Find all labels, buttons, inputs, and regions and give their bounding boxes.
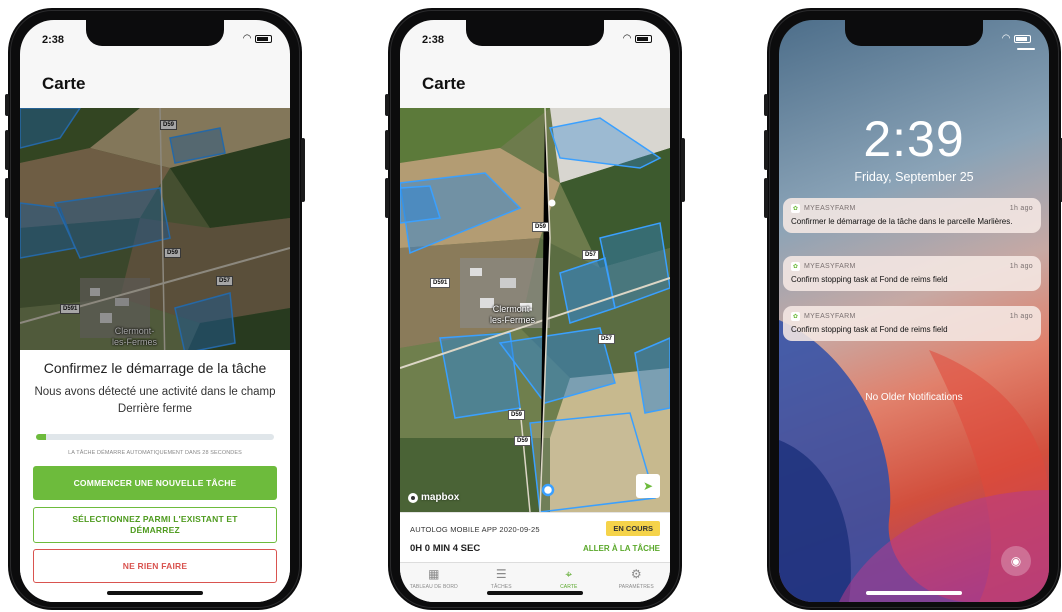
road-label: D59 (160, 120, 178, 130)
notification[interactable]: ✿ MYEASYFARM 1h ago Confirm stopping tas… (783, 306, 1041, 341)
page-title: Carte (42, 74, 86, 93)
road-label: D59 (532, 222, 550, 232)
notification-time: 1h ago (1009, 313, 1033, 320)
tab-settings[interactable]: ⚙ PARAMÈTRES (603, 563, 671, 602)
phone-3-frame: ◠ 2:39 Friday, September 25 ✿ MYEASYFARM… (764, 8, 1062, 610)
town-label: Clermont- les-Fermes (490, 304, 536, 325)
notification-time: 1h ago (1009, 263, 1033, 270)
home-indicator[interactable] (866, 591, 962, 595)
lock-time: 2:39 (863, 111, 965, 167)
myeasyfarm-app-icon: ✿ (791, 262, 800, 271)
progress-fill (36, 434, 46, 440)
road-label: D59 (508, 410, 526, 420)
road-label: D59 (514, 436, 532, 446)
notification[interactable]: ✿ MYEASYFARM 1h ago Confirmer le démarra… (783, 198, 1041, 233)
phone-1-frame: 2:38 ◠ Carte D59 D59 D57 D591 Clermont- … (5, 8, 305, 610)
tab-label: TÂCHES (490, 584, 512, 590)
no-older-notifications-label: No Older Notifications (865, 392, 963, 403)
status-badge: EN COURS (606, 521, 660, 536)
status-time: 2:38 (422, 34, 445, 46)
select-existing-task-button[interactable]: SÉLECTIONNEZ PARMI L'EXISTANT ET DÉMARRE… (33, 507, 277, 543)
road-label: D59 (164, 248, 182, 258)
notification-app-name: MYEASYFARM (804, 205, 856, 212)
do-nothing-button[interactable]: NE RIEN FAIRE (33, 549, 277, 583)
tab-map[interactable]: ⌖ CARTE (535, 563, 603, 602)
battery-icon (1014, 34, 1031, 43)
mapbox-logo-icon (408, 492, 418, 503)
tab-label: TABLEAU DE BORD (409, 584, 458, 590)
lock-date: Friday, September 25 (854, 170, 974, 184)
sliders-icon: ⚙ (630, 567, 642, 581)
road-label: D591 (60, 304, 81, 314)
road-label: D591 (430, 278, 451, 288)
road-label: D57 (216, 276, 234, 286)
task-name: AUTOLOG MOBILE APP 2020-09-25 (410, 525, 540, 534)
wifi-icon: ◠ (623, 33, 631, 44)
myeasyfarm-app-icon: ✿ (791, 312, 800, 321)
sheet-title: Confirmez le démarrage de la tâche (43, 360, 267, 376)
notification-time: 1h ago (1009, 205, 1033, 212)
navigation-arrow-icon: ➤ (642, 479, 654, 493)
page-title: Carte (422, 74, 466, 93)
battery-icon (255, 34, 272, 43)
satellite-map[interactable]: D59 D57 D591 D57 D59 D59 Clermont- les-F… (400, 108, 670, 512)
list-icon: ☰ (495, 567, 507, 581)
camera-button[interactable]: ◉ (1001, 546, 1031, 576)
wifi-icon: ◠ (243, 33, 251, 44)
task-duration: 0H 0 MIN 4 SEC (410, 543, 481, 554)
road-label: D57 (582, 250, 600, 260)
status-time: 2:38 (42, 34, 65, 46)
start-new-task-button[interactable]: COMMENCER UNE NOUVELLE TÂCHE (33, 466, 277, 500)
notification[interactable]: ✿ MYEASYFARM 1h ago Confirm stopping tas… (783, 256, 1041, 291)
camera-icon: ◉ (1010, 554, 1022, 568)
tab-label: PARAMÈTRES (618, 584, 654, 590)
notification-body: Confirmer le démarrage de la tâche dans … (791, 217, 1013, 226)
locate-me-button[interactable]: ➤ (636, 474, 660, 498)
tab-bar: ▦ TABLEAU DE BORD ☰ TÂCHES ⌖ CARTE ⚙ PAR… (400, 562, 670, 602)
notification-body: Confirm stopping task at Fond de reims f… (791, 275, 948, 284)
home-indicator[interactable] (107, 591, 203, 595)
countdown-progress-bar (36, 434, 274, 440)
notification-app-name: MYEASYFARM (804, 313, 856, 320)
tab-label: CARTE (560, 584, 578, 590)
battery-icon (635, 34, 652, 43)
active-task-card: AUTOLOG MOBILE APP 2020-09-25 EN COURS 0… (400, 512, 670, 562)
lock-screen: ◠ 2:39 Friday, September 25 ✿ MYEASYFARM… (779, 20, 1049, 602)
go-to-task-link[interactable]: ALLER À LA TÂCHE (583, 544, 660, 553)
tab-tasks[interactable]: ☰ TÂCHES (468, 563, 536, 602)
countdown-text: LA TÂCHE DÉMARRE AUTOMATIQUEMENT DANS 28… (68, 450, 242, 456)
notification-app-name: MYEASYFARM (804, 263, 856, 270)
myeasyfarm-app-icon: ✿ (791, 204, 800, 213)
map-pin-icon: ⌖ (565, 567, 573, 581)
dashboard-icon: ▦ (428, 567, 440, 581)
satellite-map[interactable]: D59 D59 D57 D591 Clermont- les-Fermes (20, 108, 290, 368)
home-indicator[interactable] (487, 591, 583, 595)
road-label: D57 (598, 334, 616, 344)
town-label: Clermont- les-Fermes (112, 326, 158, 347)
wifi-icon: ◠ (1002, 33, 1010, 44)
sheet-message: Nous avons détecté une activité dans le … (34, 386, 276, 415)
mapbox-attribution[interactable]: mapbox (408, 492, 459, 503)
notification-body: Confirm stopping task at Fond de reims f… (791, 325, 948, 334)
phone-2-frame: 2:38 ◠ Carte D59 D57 D591 D57 D59 D59 Cl… (385, 8, 685, 610)
confirm-start-sheet: Confirmez le démarrage de la tâche Nous … (20, 350, 290, 602)
tab-dashboard[interactable]: ▦ TABLEAU DE BORD (400, 563, 468, 602)
phone-2-screen: 2:38 ◠ Carte D59 D57 D591 D57 D59 D59 Cl… (400, 20, 670, 602)
phone-1-screen: 2:38 ◠ Carte D59 D59 D57 D591 Clermont- … (20, 20, 290, 602)
control-center-indicator[interactable] (1017, 48, 1035, 50)
